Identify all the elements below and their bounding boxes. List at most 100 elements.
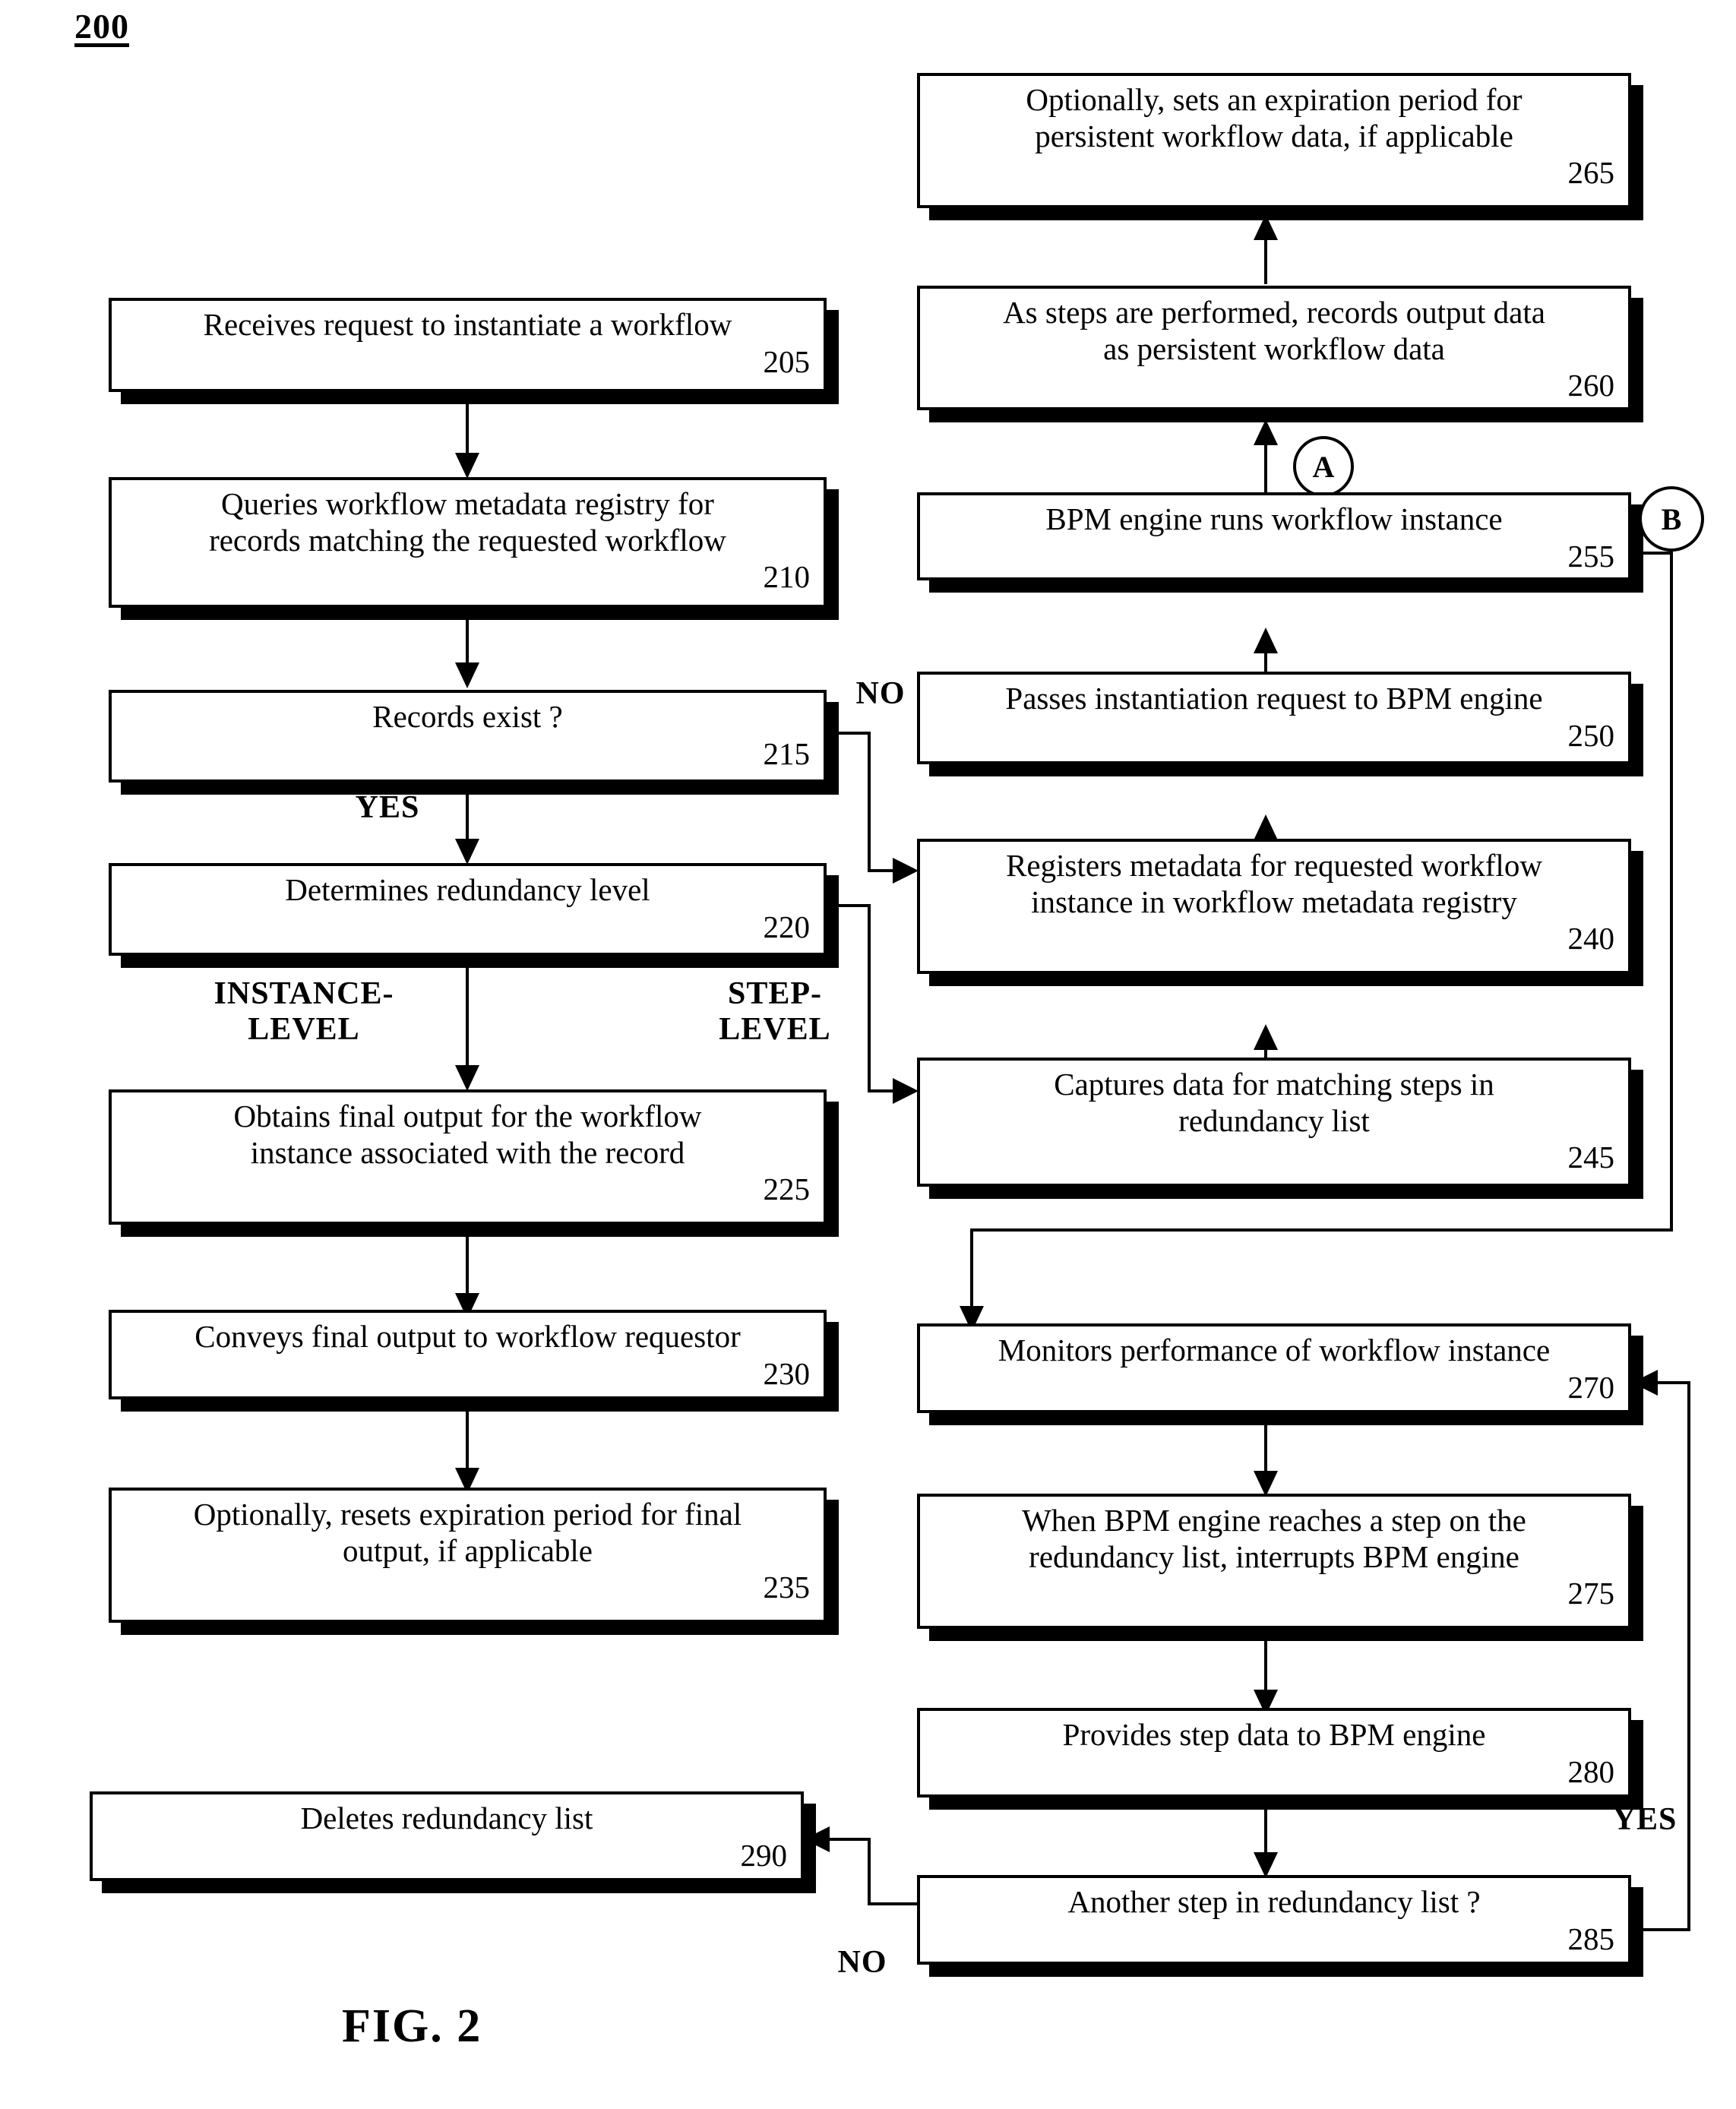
connector-b-v2 bbox=[970, 1228, 973, 1312]
process-box-205-ref: 205 bbox=[763, 343, 811, 379]
decision-box-285[interactable]: Another step in redundancy list ? 285 bbox=[917, 1875, 1631, 1965]
connector-270-275-line bbox=[1264, 1413, 1267, 1477]
connector-260-265-arrowhead bbox=[1254, 214, 1278, 240]
process-box-245-ref: 245 bbox=[1567, 1140, 1615, 1175]
connector-205-210-line bbox=[466, 392, 469, 459]
connector-285-yes-v bbox=[1687, 1381, 1690, 1931]
process-box-270-ref: 270 bbox=[1567, 1369, 1615, 1405]
process-box-260[interactable]: As steps are performed, records output d… bbox=[917, 286, 1631, 410]
figure-number-label: 200 bbox=[74, 7, 129, 46]
process-box-245-text: Captures data for matching steps in redu… bbox=[1054, 1067, 1494, 1138]
connector-230-235-line bbox=[466, 1399, 469, 1474]
connector-220-step-h1 bbox=[827, 904, 871, 907]
connector-circle-a: A bbox=[1293, 436, 1354, 497]
connector-285-no-v bbox=[868, 1838, 871, 1905]
connector-285-yes-arrowhead bbox=[1632, 1370, 1658, 1396]
connector-215-220-arrowhead bbox=[455, 839, 479, 865]
process-box-210-text: Queries workflow metadata registry for r… bbox=[209, 486, 726, 558]
connector-220-225-arrowhead bbox=[455, 1065, 479, 1091]
connector-250-255-arrowhead bbox=[1254, 628, 1278, 653]
process-box-225-ref: 225 bbox=[763, 1171, 811, 1207]
process-box-235[interactable]: Optionally, resets expiration period for… bbox=[109, 1488, 827, 1623]
process-box-290-ref: 290 bbox=[740, 1837, 788, 1873]
decision-box-220[interactable]: Determines redundancy level 220 bbox=[109, 863, 827, 956]
process-box-250-text: Passes instantiation request to BPM engi… bbox=[1005, 681, 1543, 716]
process-box-280-ref: 280 bbox=[1567, 1753, 1615, 1789]
connector-225-230-line bbox=[466, 1225, 469, 1299]
branch-label-instance-level-220: INSTANCE- LEVEL bbox=[213, 976, 394, 1048]
process-box-205[interactable]: Receives request to instantiate a workfl… bbox=[109, 298, 827, 392]
connector-255-260-line bbox=[1264, 438, 1267, 492]
process-box-230-ref: 230 bbox=[763, 1355, 811, 1391]
process-box-240-ref: 240 bbox=[1567, 921, 1615, 956]
process-box-235-text: Optionally, resets expiration period for… bbox=[193, 1497, 742, 1568]
decision-box-220-ref: 220 bbox=[763, 909, 811, 944]
process-box-290[interactable]: Deletes redundancy list 290 bbox=[90, 1791, 804, 1881]
connector-210-215-arrowhead bbox=[455, 662, 479, 688]
connector-b-v1 bbox=[1670, 552, 1673, 1232]
branch-label-step-level-220: STEP- LEVEL bbox=[719, 976, 831, 1048]
connector-b-h2 bbox=[970, 1228, 1673, 1232]
branch-label-no-285: NO bbox=[837, 1945, 887, 1980]
process-box-255-ref: 255 bbox=[1567, 538, 1615, 574]
process-box-265[interactable]: Optionally, sets an expiration period fo… bbox=[917, 73, 1631, 208]
connector-b-h1 bbox=[1631, 552, 1673, 555]
process-box-250[interactable]: Passes instantiation request to BPM engi… bbox=[917, 672, 1631, 764]
connector-220-225-line bbox=[466, 956, 469, 1071]
connector-285-no-h2 bbox=[828, 1838, 871, 1841]
process-box-255[interactable]: BPM engine runs workflow instance 255 bbox=[917, 492, 1631, 580]
process-box-265-text: Optionally, sets an expiration period fo… bbox=[1026, 82, 1523, 153]
connector-280-285-line bbox=[1264, 1798, 1267, 1858]
process-box-230-text: Conveys final output to workflow request… bbox=[194, 1319, 741, 1354]
process-box-225[interactable]: Obtains final output for the workflow in… bbox=[109, 1089, 827, 1225]
process-box-255-text: BPM engine runs workflow instance bbox=[1045, 501, 1503, 536]
decision-box-285-text: Another step in redundancy list ? bbox=[1067, 1884, 1481, 1919]
connector-215-220-line bbox=[466, 783, 469, 845]
process-box-230[interactable]: Conveys final output to workflow request… bbox=[109, 1310, 827, 1399]
connector-215-no-arrowhead bbox=[893, 858, 919, 884]
process-box-280-text: Provides step data to BPM engine bbox=[1062, 1717, 1486, 1752]
process-box-265-ref: 265 bbox=[1567, 155, 1615, 191]
process-box-205-text: Receives request to instantiate a workfl… bbox=[203, 307, 732, 342]
process-box-270-text: Monitors performance of workflow instanc… bbox=[998, 1333, 1551, 1368]
branch-label-yes-285: YES bbox=[1612, 1802, 1678, 1837]
connector-245-240-arrowhead bbox=[1254, 1024, 1278, 1050]
process-box-270[interactable]: Monitors performance of workflow instanc… bbox=[917, 1323, 1631, 1413]
process-box-275[interactable]: When BPM engine reaches a step on the re… bbox=[917, 1494, 1631, 1629]
figure-caption: FIG. 2 bbox=[342, 2000, 482, 2052]
decision-box-215-text: Records exist ? bbox=[372, 699, 563, 734]
process-box-290-text: Deletes redundancy list bbox=[300, 1801, 593, 1835]
connector-220-step-arrowhead bbox=[893, 1078, 919, 1104]
connector-275-280-line bbox=[1264, 1629, 1267, 1696]
connector-285-no-arrowhead bbox=[804, 1826, 830, 1852]
decision-box-285-ref: 285 bbox=[1567, 1921, 1615, 1956]
process-box-275-text: When BPM engine reaches a step on the re… bbox=[1022, 1503, 1526, 1574]
branch-label-yes-215: YES bbox=[355, 790, 420, 825]
decision-box-215[interactable]: Records exist ? 215 bbox=[109, 690, 827, 783]
connector-255-260-arrowhead bbox=[1254, 419, 1278, 445]
connector-215-no-v bbox=[868, 732, 871, 872]
process-box-210-ref: 210 bbox=[763, 559, 811, 595]
process-box-235-ref: 235 bbox=[763, 1570, 811, 1605]
process-box-280[interactable]: Provides step data to BPM engine 280 bbox=[917, 1708, 1631, 1798]
connector-210-215-line bbox=[466, 608, 469, 669]
connector-280-285-arrowhead bbox=[1254, 1852, 1278, 1878]
process-box-260-ref: 260 bbox=[1567, 368, 1615, 403]
process-box-225-text: Obtains final output for the workflow in… bbox=[233, 1099, 702, 1170]
branch-label-no-215: NO bbox=[855, 676, 906, 711]
process-box-245[interactable]: Captures data for matching steps in redu… bbox=[917, 1058, 1631, 1187]
connector-circle-b: B bbox=[1639, 486, 1704, 552]
connector-220-step-v bbox=[868, 904, 871, 1092]
connector-285-yes-h2 bbox=[1658, 1381, 1690, 1384]
patent-figure-canvas: 200 Receives request to instantiate a wo… bbox=[0, 0, 1736, 2109]
process-box-210[interactable]: Queries workflow metadata registry for r… bbox=[109, 477, 827, 608]
process-box-250-ref: 250 bbox=[1567, 717, 1615, 753]
connector-260-265-line bbox=[1264, 232, 1267, 284]
process-box-240[interactable]: Registers metadata for requested workflo… bbox=[917, 839, 1631, 974]
connector-240-250-arrowhead bbox=[1254, 814, 1278, 840]
process-box-240-text: Registers metadata for requested workflo… bbox=[1006, 848, 1542, 919]
connector-205-210-arrowhead bbox=[455, 453, 479, 479]
connector-285-yes-h1 bbox=[1631, 1928, 1690, 1931]
process-box-260-text: As steps are performed, records output d… bbox=[1003, 295, 1545, 366]
decision-box-220-text: Determines redundancy level bbox=[285, 872, 650, 907]
